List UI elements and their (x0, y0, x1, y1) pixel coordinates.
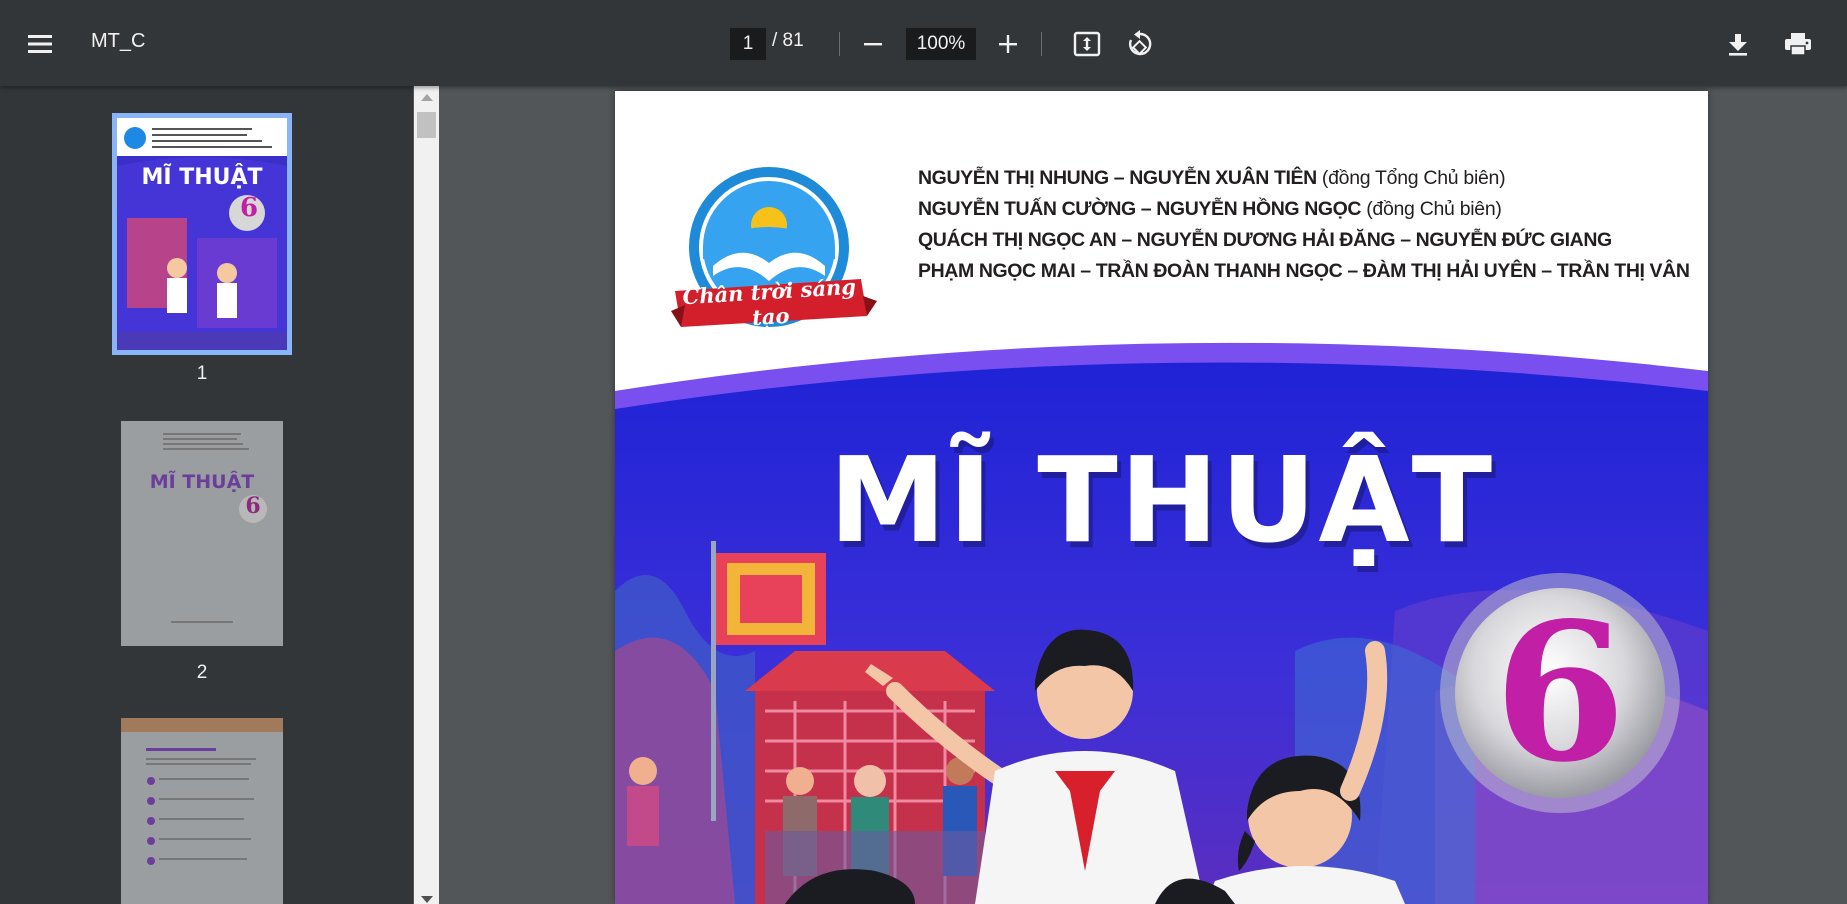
rotate-button[interactable] (1120, 24, 1160, 64)
page-2-thumbnail-image (163, 433, 267, 623)
hamburger-menu-icon (28, 35, 52, 53)
fit-to-page-button[interactable] (1067, 24, 1107, 64)
pdf-page-1: Chân trời sáng tạo NGUYỄN THỊ NHUNG – NG… (615, 91, 1708, 904)
print-icon (1785, 33, 1811, 56)
author-role: (đồng Tổng Chủ biên) (1316, 167, 1506, 189)
menu-button[interactable] (20, 24, 60, 64)
thumbnail-label: 2 (196, 662, 208, 683)
toolbar-divider (1041, 32, 1042, 56)
thumbnail-label: 1 (196, 363, 208, 384)
author-line: NGUYỄN TUẤN CƯỜNG – NGUYỄN HỒNG NGỌC (đồ… (918, 194, 1690, 225)
fit-to-page-icon (1073, 31, 1101, 57)
author-names: QUÁCH THỊ NGỌC AN – NGUYỄN DƯƠNG HẢI ĐĂN… (918, 229, 1612, 251)
author-line: QUÁCH THỊ NGỌC AN – NGUYỄN DƯƠNG HẢI ĐĂN… (918, 225, 1690, 256)
thumbnail-page-3[interactable] (121, 718, 283, 904)
thumbnail-1-title: MĨ THUẬT (141, 165, 263, 190)
author-names: PHẠM NGỌC MAI – TRẦN ĐOÀN THANH NGỌC – Đ… (918, 260, 1690, 282)
plus-icon (999, 35, 1017, 53)
page-3-thumbnail-image (121, 718, 283, 865)
page-number-input[interactable]: 1 (730, 28, 766, 60)
scroll-down-arrow[interactable] (421, 896, 433, 903)
zoom-out-button[interactable] (855, 24, 891, 64)
author-names: NGUYỄN TUẤN CƯỜNG – NGUYỄN HỒNG NGỌC (918, 198, 1362, 220)
page-count: / 81 (772, 30, 804, 51)
author-role: (đồng Chủ biên) (1361, 198, 1502, 220)
thumbnail-2-title: MĨ THUẬT (149, 471, 255, 493)
author-line: PHẠM NGỌC MAI – TRẦN ĐOÀN THANH NGỌC – Đ… (918, 256, 1690, 287)
zoom-in-button[interactable] (990, 24, 1026, 64)
rotate-icon (1129, 30, 1152, 56)
author-line: NGUYỄN THỊ NHUNG – NGUYỄN XUÂN TIÊN (đồn… (918, 163, 1690, 194)
zoom-level-input[interactable]: 100% (906, 28, 976, 60)
download-button[interactable] (1718, 24, 1758, 64)
sidebar-scrollbar[interactable] (414, 86, 439, 904)
print-button[interactable] (1778, 24, 1818, 64)
thumbnail-page-2[interactable]: MĨ THUẬT 6 (121, 421, 283, 646)
cover-title: MĨ THUẬT (828, 431, 1495, 569)
cover-thumbnail-image (117, 118, 287, 350)
thumbnail-2-grade: 6 (245, 493, 261, 519)
thumbnail-page-1[interactable]: MĨ THUẬT 6 (112, 113, 292, 355)
grade-number: 6 (1493, 581, 1627, 804)
minus-icon (864, 43, 882, 46)
authors-list: NGUYỄN THỊ NHUNG – NGUYỄN XUÂN TIÊN (đồn… (918, 163, 1690, 287)
thumbnail-sidebar: MĨ THUẬT 6 1 MĨ THUẬT 6 2 (0, 86, 413, 904)
author-names: NGUYỄN THỊ NHUNG – NGUYỄN XUÂN TIÊN (918, 167, 1317, 189)
toolbar-divider (839, 32, 840, 56)
scroll-up-arrow[interactable] (421, 94, 433, 101)
pdf-toolbar: MT_C 1 / 81 100% (0, 0, 1847, 86)
thumbnail-1-grade: 6 (239, 193, 259, 223)
scrollbar-thumb[interactable] (417, 112, 436, 138)
document-title: MT_C (91, 30, 146, 52)
download-icon (1729, 34, 1747, 56)
